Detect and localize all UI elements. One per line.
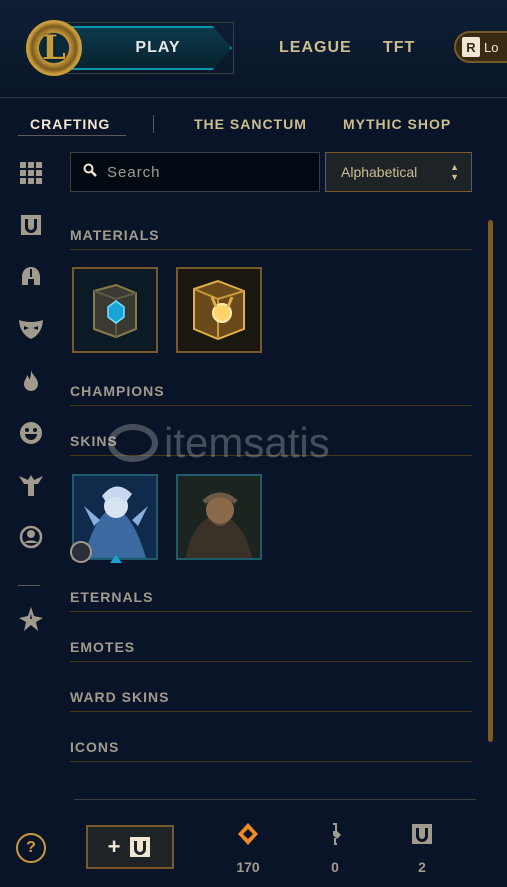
- nav-league[interactable]: LEAGUE: [279, 39, 352, 57]
- watermark-logo: itemsatis: [108, 418, 398, 468]
- section-icons[interactable]: ICONS: [70, 739, 119, 755]
- league-logo[interactable]: L: [26, 20, 82, 76]
- orange-essence-count: 170: [236, 859, 260, 875]
- plus-label: +: [107, 834, 121, 859]
- chest-count: 2: [418, 859, 426, 875]
- masterwork-chest-icon: [178, 269, 260, 351]
- bearded-warrior-skin-art: [178, 476, 260, 558]
- sort-dropdown[interactable]: Alphabetical ▲ ▼: [325, 152, 472, 192]
- material-item-masterwork-chest[interactable]: [176, 267, 262, 353]
- section-ward-skins[interactable]: WARD SKINS: [70, 689, 169, 705]
- section-divider: [70, 249, 472, 250]
- eternals-icon[interactable]: [14, 602, 48, 636]
- tab-crafting[interactable]: CRAFTING: [30, 116, 110, 132]
- watermark-icon: [108, 424, 158, 462]
- nav-tft[interactable]: TFT: [383, 39, 415, 57]
- search-box[interactable]: [70, 152, 320, 192]
- loot-button[interactable]: R Lo: [454, 31, 507, 63]
- chest-icon: [130, 837, 151, 857]
- skin-rarity-icon: [110, 555, 122, 563]
- section-divider: [70, 661, 472, 662]
- material-item-hextech-chest[interactable]: [72, 267, 158, 353]
- search-icon: [83, 163, 97, 182]
- search-input[interactable]: [107, 163, 307, 181]
- top-bar: PLAY L LEAGUE TFT R Lo: [0, 0, 507, 98]
- updown-chevron-icon: ▲ ▼: [450, 162, 459, 182]
- section-champions[interactable]: CHAMPIONS: [70, 383, 165, 399]
- orange-essence-counter: 170: [228, 822, 268, 875]
- watermark-text: itemsatis: [164, 419, 330, 466]
- key-counter: 0: [315, 822, 355, 875]
- section-divider: [70, 761, 472, 762]
- craft-chest-button[interactable]: +: [86, 825, 174, 869]
- skin-item-bearded-warrior[interactable]: [176, 474, 262, 560]
- loot-label: Lo: [484, 39, 499, 55]
- riot-icon: R: [462, 37, 480, 57]
- help-button[interactable]: ?: [16, 833, 46, 863]
- tab-sanctum[interactable]: THE SANCTUM: [194, 116, 307, 132]
- footer-divider: [74, 799, 476, 800]
- helmet-icon[interactable]: [14, 260, 48, 294]
- sidebar-divider: [18, 585, 40, 586]
- scrollbar[interactable]: [488, 220, 493, 742]
- play-button[interactable]: PLAY: [70, 26, 232, 70]
- profile-icon[interactable]: [14, 520, 48, 554]
- grid-icon[interactable]: [14, 156, 48, 190]
- section-eternals[interactable]: ETERNALS: [70, 589, 153, 605]
- chest-icon[interactable]: [14, 208, 48, 242]
- ward-icon[interactable]: [14, 468, 48, 502]
- section-materials[interactable]: MATERIALS: [70, 227, 160, 243]
- mask-icon[interactable]: [14, 312, 48, 346]
- skin-badge-icon: [70, 541, 92, 563]
- sort-selected-label: Alphabetical: [341, 164, 418, 180]
- section-divider: [70, 711, 472, 712]
- section-divider: [70, 405, 472, 406]
- tab-separator: [153, 115, 154, 133]
- chest-counter: 2: [402, 822, 442, 875]
- section-divider: [70, 611, 472, 612]
- flame-icon[interactable]: [14, 364, 48, 398]
- key-icon: [333, 823, 341, 845]
- active-tab-underline: [18, 135, 126, 136]
- section-emotes[interactable]: EMOTES: [70, 639, 135, 655]
- key-count: 0: [331, 859, 339, 875]
- orange-essence-icon: [238, 823, 258, 845]
- hextech-chest-icon: [74, 269, 156, 351]
- tab-mythic-shop[interactable]: MYTHIC SHOP: [343, 116, 451, 132]
- emote-icon[interactable]: [14, 416, 48, 450]
- chest-icon: [412, 824, 432, 844]
